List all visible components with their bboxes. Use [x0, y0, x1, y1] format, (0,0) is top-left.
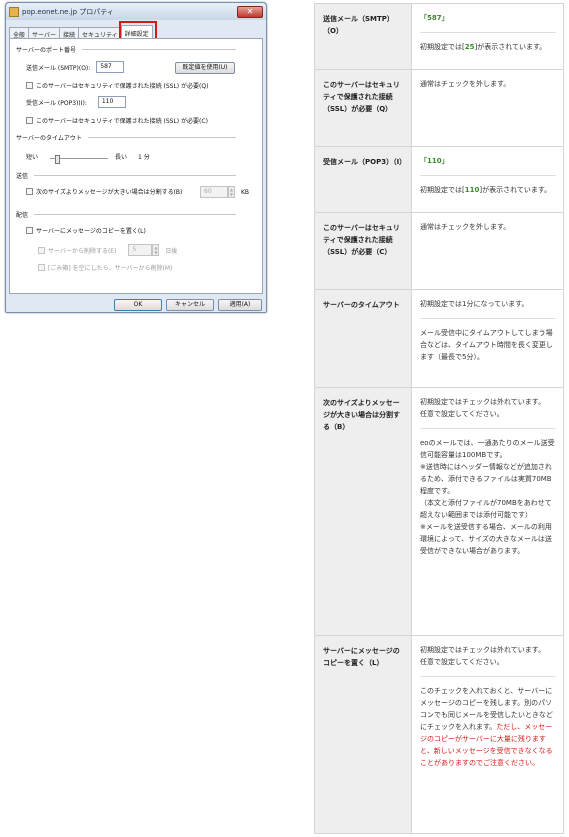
row-description: 通常はチェックを外します。: [420, 80, 511, 88]
ssl-smtp-checkbox[interactable]: [26, 82, 33, 89]
table-row: 受信メール（POP3）（I） 「110」 初期設定では[110]が表示されていま…: [314, 146, 564, 213]
row-label: 送信メール（SMTP）（O）: [314, 3, 412, 70]
row-description: ※送信時にはヘッダー情報などが追加されるため、添付できるファイルは実質70MB程…: [420, 463, 552, 495]
ok-button[interactable]: OK: [114, 299, 162, 311]
keep-copy-checkbox[interactable]: [26, 227, 33, 234]
split-size-input[interactable]: 60: [200, 186, 228, 198]
remove-deleted-label: [ごみ箱] を空にしたら、サーバーから削除(M): [48, 265, 173, 272]
table-row: このサーバーはセキュリティで保護された接続（SSL）が必要（C） 通常はチェック…: [314, 212, 564, 290]
timeout-short-label: 短い: [26, 154, 39, 161]
row-label: 次のサイズよりメッセージが大きい場合は分割する（B）: [314, 387, 412, 636]
group-ports: サーバーのポート番号: [16, 45, 236, 54]
table-row: サーバーにメッセージのコピーを置く（L） 初期設定ではチェックは外れています。 …: [314, 635, 564, 834]
close-button[interactable]: ✕: [237, 5, 263, 18]
ssl-pop3-checkbox[interactable]: [26, 117, 33, 124]
row-description: 初期設定では1分になっています。: [420, 300, 529, 308]
row-description: 通常はチェックを外します。: [420, 223, 511, 231]
row-description: 任意で設定してください。: [420, 658, 504, 666]
row-description: ※メールを送受信する場合、メールの利用環境によって、サイズの大きなメールは送受信…: [420, 523, 552, 555]
timeout-long-label: 長い: [115, 154, 128, 161]
row-label: このサーバーはセキュリティで保護された接続（SSL）が必要（Q）: [314, 69, 412, 147]
pop3-value-text: 「110」: [420, 157, 449, 165]
smtp-label: 送信メール (SMTP)(O):: [26, 64, 91, 72]
note-text: ]が表示されています。: [474, 43, 547, 51]
remove-deleted-checkbox[interactable]: [38, 264, 45, 271]
row-description: eoのメールでは、一通あたりのメール送受信可能容量は100MBです。: [420, 439, 555, 459]
table-row: 次のサイズよりメッセージが大きい場合は分割する（B） 初期設定ではチェックは外れ…: [314, 387, 564, 636]
smtp-port-input[interactable]: 587: [96, 61, 125, 73]
remove-after-label: サーバーから削除する(E): [48, 247, 117, 255]
ssl-smtp-label: このサーバーはセキュリティで保護された接続 (SSL) が必要(Q): [36, 83, 209, 90]
cancel-button[interactable]: キャンセル: [166, 299, 214, 311]
advanced-panel: サーバーのポート番号 送信メール (SMTP)(O): 587 既定値を使用(U…: [9, 38, 263, 294]
row-description: （本文と添付ファイルが70MBをあわせて超えない範囲までは添付可能です）: [420, 499, 552, 519]
mail-app-icon: [9, 6, 19, 17]
keep-copy-label: サーバーにメッセージのコピーを置く(L): [36, 228, 146, 235]
row-description: 「587」 初期設定では[25]が表示されています。: [411, 3, 564, 70]
slider-thumb[interactable]: [55, 155, 60, 164]
remove-after-unit: 日後: [165, 247, 178, 255]
table-row: 送信メール（SMTP）（O） 「587」 初期設定では[25]が表示されています…: [314, 3, 564, 70]
pop3-port-input[interactable]: 110: [97, 96, 126, 108]
row-label: このサーバーはセキュリティで保護された接続（SSL）が必要（C）: [314, 212, 412, 290]
apply-button[interactable]: 適用(A): [218, 299, 262, 311]
dialog-title: pop.eonet.ne.jp プロパティ: [22, 7, 114, 16]
group-send: 送信: [16, 171, 236, 180]
split-label: 次のサイズよりメッセージが大きい場合は分割する(B): [36, 189, 183, 196]
note-text: ]が表示されています。: [479, 186, 552, 194]
split-spinner[interactable]: ▲ ▼: [228, 186, 235, 198]
note-text: 初期設定では[: [420, 186, 465, 194]
settings-table: 送信メール（SMTP）（O） 「587」 初期設定では[25]が表示されています…: [314, 3, 564, 834]
split-checkbox[interactable]: [26, 188, 33, 195]
row-label: 受信メール（POP3）（I）: [314, 146, 412, 213]
row-label: サーバーのタイムアウト: [314, 289, 412, 388]
split-unit: KB: [241, 188, 250, 196]
note-text: 初期設定では[: [420, 43, 465, 51]
dialog-titlebar[interactable]: pop.eonet.ne.jp プロパティ ✕: [6, 3, 266, 20]
table-row: このサーバーはセキュリティで保護された接続（SSL）が必要（Q） 通常はチェック…: [314, 69, 564, 147]
smtp-value-text: 「587」: [420, 14, 449, 22]
pop3-label: 受信メール (POP3)(I):: [26, 99, 87, 107]
remove-after-spinner[interactable]: ▲ ▼: [152, 244, 160, 256]
timeout-slider[interactable]: [50, 155, 108, 164]
row-description: 任意で設定してください。: [420, 410, 504, 418]
row-description: 初期設定ではチェックは外れています。: [420, 398, 546, 406]
row-description: メール受信中にタイムアウトしてしまう場合などは、タイムアウト時間を長く変更します…: [420, 318, 556, 371]
row-description: 初期設定ではチェックは外れています。: [420, 646, 546, 654]
table-row: サーバーのタイムアウト 初期設定では1分になっています。 メール受信中にタイムア…: [314, 289, 564, 388]
use-default-button[interactable]: 既定値を使用(U): [175, 62, 235, 74]
remove-after-days-input[interactable]: 5: [128, 244, 153, 256]
note-value: 110: [464, 186, 480, 194]
row-description: 「110」 初期設定では[110]が表示されています。: [411, 146, 564, 213]
timeout-value: 1 分: [138, 154, 150, 161]
ssl-pop3-label: このサーバーはセキュリティで保護された接続 (SSL) が必要(C): [36, 118, 208, 125]
properties-dialog: pop.eonet.ne.jp プロパティ ✕ 全般 サーバー 接続 セキュリテ…: [5, 2, 267, 313]
row-label: サーバーにメッセージのコピーを置く（L）: [314, 635, 412, 834]
group-timeout: サーバーのタイムアウト: [16, 133, 236, 142]
remove-after-checkbox[interactable]: [38, 246, 45, 254]
group-delivery: 配信: [16, 210, 236, 219]
